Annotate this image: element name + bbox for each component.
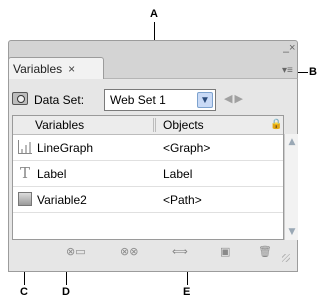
dataset-label: Data Set: (34, 93, 85, 107)
close-icon[interactable]: × (289, 42, 295, 54)
callout-c: C (20, 286, 28, 298)
callout-a: A (150, 8, 158, 20)
variable-name: LineGraph (37, 141, 94, 155)
table-row[interactable]: T Label Label (13, 161, 283, 187)
tab-variables[interactable]: Variables × (8, 57, 104, 79)
panel-menu-icon[interactable]: ▾≡ (282, 65, 293, 76)
make-dynamic-icon[interactable]: ⊗⊗ (120, 245, 138, 259)
table-row[interactable]: Variable2 <Path> (13, 187, 283, 213)
dataset-toolbar: Data Set: Web Set 1 ▼ ◀▶ (12, 89, 292, 111)
chevron-down-icon[interactable]: ▼ (197, 92, 213, 108)
previous-dataset-icon[interactable]: ◀ (224, 92, 234, 105)
dataset-selected-value: Web Set 1 (110, 93, 166, 107)
vertical-scrollbar[interactable]: ▲ ▼ (284, 134, 298, 240)
column-divider[interactable] (153, 118, 156, 132)
variable-name: Variable2 (37, 193, 87, 207)
tab-title: Variables (13, 62, 63, 76)
callout-e: E (183, 286, 191, 298)
pixel-replacement-icon (18, 192, 32, 206)
bound-object: Label (163, 167, 193, 181)
callout-b: B (309, 66, 317, 78)
graph-icon (18, 140, 32, 154)
capture-dataset-icon[interactable] (12, 92, 28, 105)
scroll-up-icon[interactable]: ▲ (286, 136, 298, 148)
text-icon: T (19, 164, 30, 182)
resize-grip-icon[interactable] (282, 254, 290, 262)
next-dataset-icon[interactable]: ▶ (234, 92, 244, 105)
variables-table: Variables Objects 🔒 LineGraph <Graph> T … (12, 115, 284, 240)
delete-variable-icon[interactable]: 🗑 (258, 245, 272, 259)
table-row[interactable]: LineGraph <Graph> (13, 135, 283, 161)
callout-d: D (62, 286, 70, 298)
new-variable-icon[interactable]: ▣ (220, 245, 230, 259)
capture-dataset-icon[interactable]: ⊗▭ (66, 245, 86, 259)
column-header-objects[interactable]: Objects (163, 118, 204, 132)
table-header: Variables Objects 🔒 (13, 116, 283, 135)
scroll-down-icon[interactable]: ▼ (286, 226, 298, 238)
variable-name: Label (37, 167, 67, 181)
bound-object: <Graph> (163, 141, 211, 155)
dataset-nav: ◀▶ (224, 92, 245, 105)
lock-icon[interactable]: 🔒 (270, 119, 282, 130)
dataset-select[interactable]: Web Set 1 ▼ (104, 89, 216, 111)
tab-close-icon[interactable]: × (68, 62, 75, 76)
bottom-toolbar: ⊗▭ ⊗⊗ ⟺ ▣ 🗑 (12, 242, 292, 262)
column-header-variables[interactable]: Variables (35, 118, 84, 132)
unbind-variable-icon[interactable]: ⟺ (172, 245, 188, 259)
bound-object: <Path> (163, 193, 202, 207)
